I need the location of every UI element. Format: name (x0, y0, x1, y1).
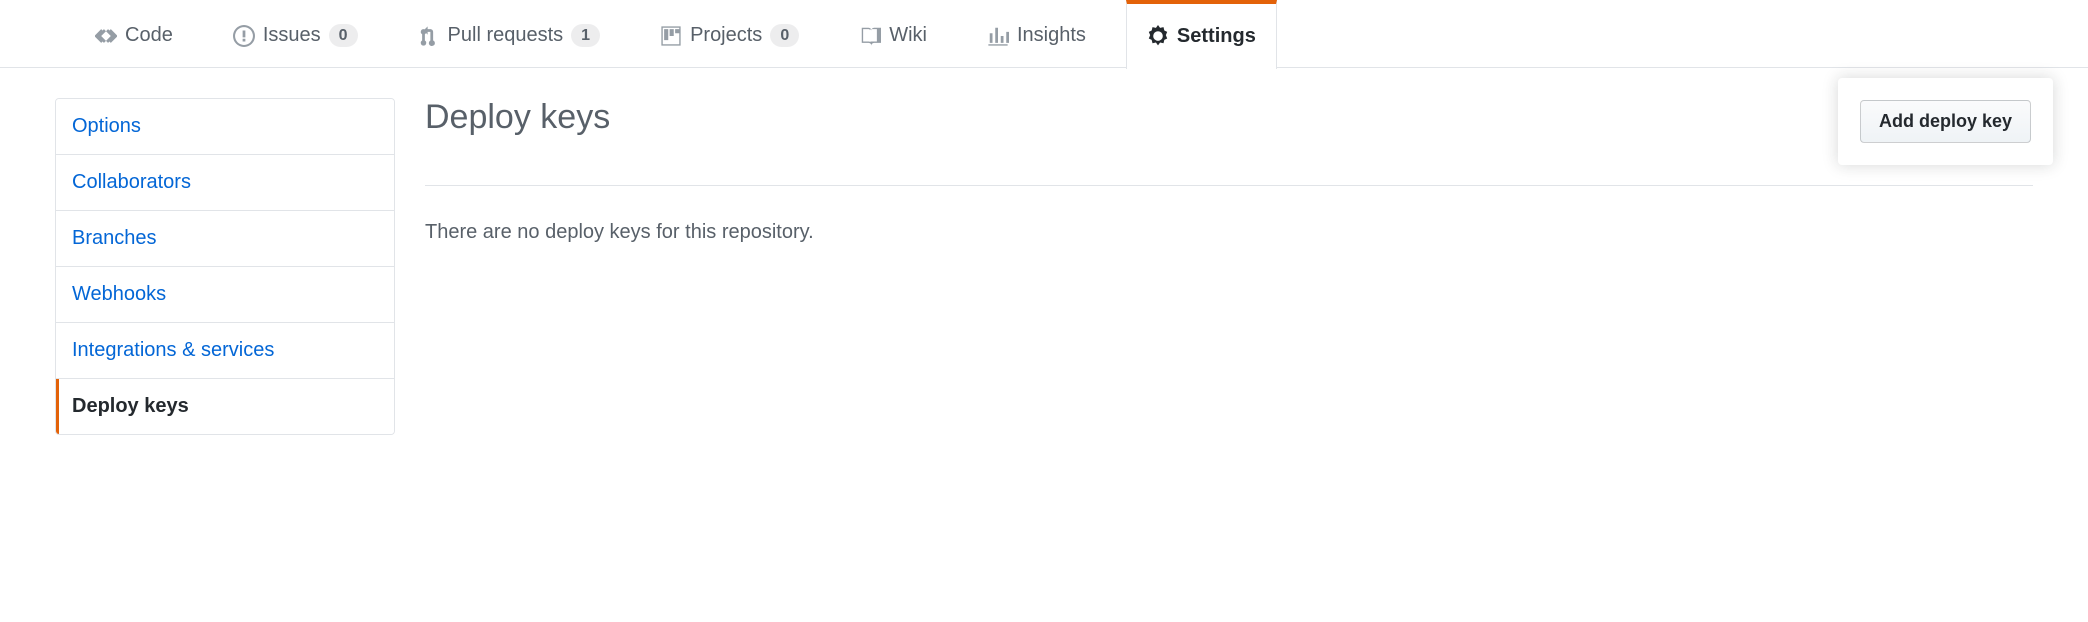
tab-settings[interactable]: Settings (1126, 0, 1277, 69)
sidebar-item-integrations[interactable]: Integrations & services (56, 323, 394, 379)
tab-issues[interactable]: Issues 0 (213, 0, 378, 68)
empty-state-message: There are no deploy keys for this reposi… (425, 221, 2033, 244)
sidebar-item-label: Deploy keys (72, 395, 189, 417)
sidebar-item-deploy-keys: Deploy keys (56, 379, 394, 434)
tab-code[interactable]: Code (75, 0, 193, 68)
repo-nav: Code Issues 0 Pull requests 1 Projects 0… (0, 0, 2088, 68)
sidebar-item-label: Branches (72, 227, 157, 249)
tab-projects[interactable]: Projects 0 (640, 0, 819, 68)
tab-wiki-label: Wiki (889, 24, 927, 47)
tab-projects-label: Projects (690, 24, 762, 47)
add-deploy-key-highlight: Add deploy key (1838, 78, 2053, 165)
sidebar-item-label: Webhooks (72, 283, 166, 305)
code-icon (95, 25, 117, 47)
issues-counter: 0 (329, 24, 358, 47)
graph-icon (987, 25, 1009, 47)
sidebar-item-collaborators[interactable]: Collaborators (56, 155, 394, 211)
tab-settings-label: Settings (1177, 25, 1256, 48)
tab-insights-label: Insights (1017, 24, 1086, 47)
projects-counter: 0 (770, 24, 799, 47)
tab-insights[interactable]: Insights (967, 0, 1106, 68)
main-header: Deploy keys Add deploy key (425, 98, 2033, 186)
sidebar-item-label: Collaborators (72, 171, 191, 193)
settings-layout: Options Collaborators Branches Webhooks … (0, 68, 2088, 435)
issue-opened-icon (233, 25, 255, 47)
tab-issues-label: Issues (263, 24, 321, 47)
project-icon (660, 25, 682, 47)
sidebar-item-webhooks[interactable]: Webhooks (56, 267, 394, 323)
gear-icon (1147, 25, 1169, 47)
sidebar-item-options[interactable]: Options (56, 99, 394, 155)
git-pull-request-icon (418, 25, 440, 47)
sidebar-item-label: Options (72, 115, 141, 137)
sidebar-item-branches[interactable]: Branches (56, 211, 394, 267)
book-icon (859, 25, 881, 47)
pulls-counter: 1 (571, 24, 600, 47)
page-title: Deploy keys (425, 98, 610, 137)
tab-wiki[interactable]: Wiki (839, 0, 947, 68)
main-content: Deploy keys Add deploy key There are no … (425, 98, 2033, 435)
tab-code-label: Code (125, 24, 173, 47)
sidebar-item-label: Integrations & services (72, 339, 274, 361)
tab-pulls-label: Pull requests (448, 24, 564, 47)
tab-pull-requests[interactable]: Pull requests 1 (398, 0, 621, 68)
add-deploy-key-button[interactable]: Add deploy key (1860, 100, 2031, 143)
settings-sidebar: Options Collaborators Branches Webhooks … (55, 98, 395, 435)
